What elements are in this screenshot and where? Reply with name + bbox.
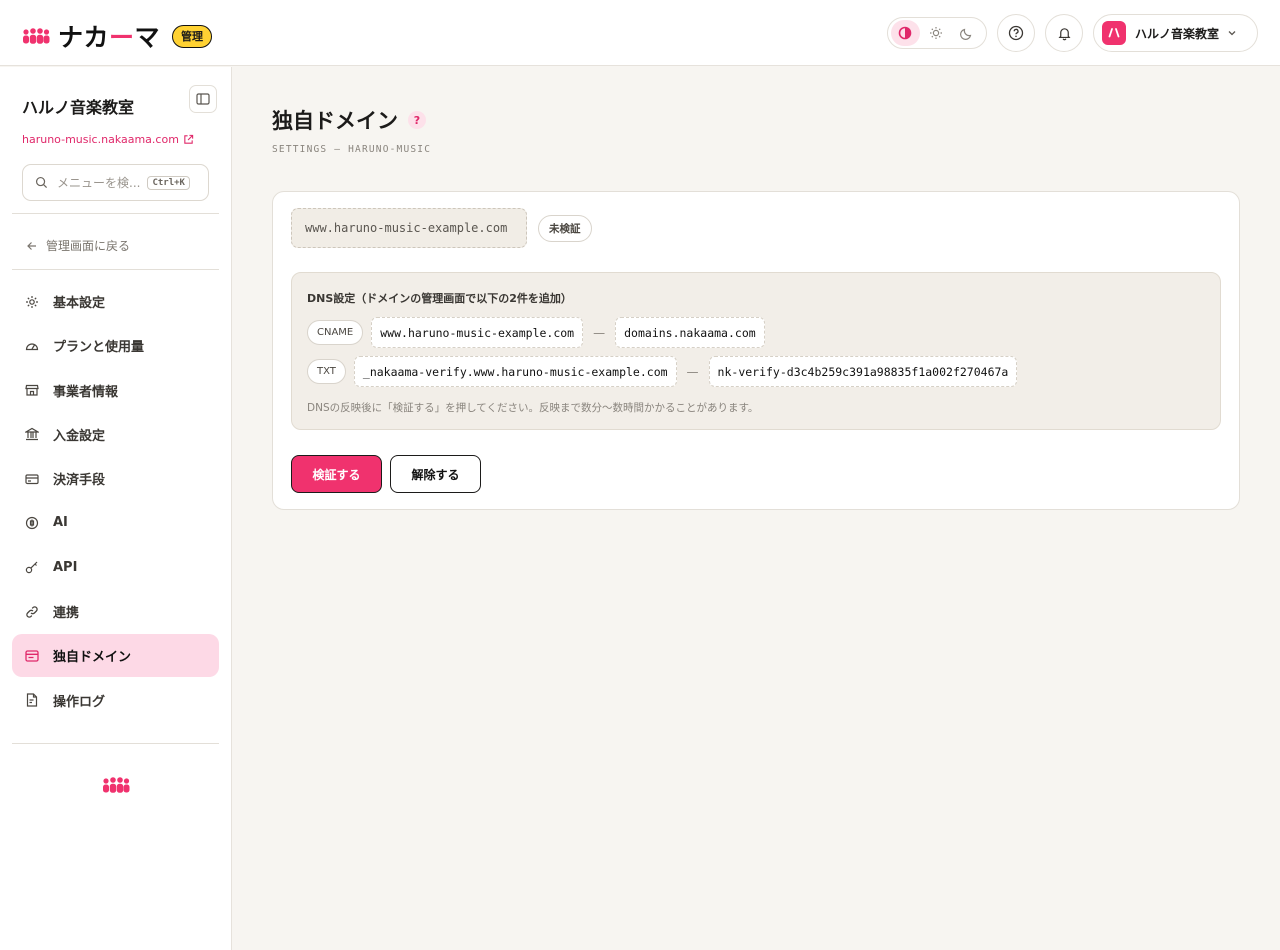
sidebar-item-plan-usage[interactable]: プランと使用量 <box>12 324 219 367</box>
help-button[interactable] <box>997 14 1035 52</box>
people-logo-icon <box>102 776 130 798</box>
record-type: TXT <box>307 359 346 384</box>
sidebar-item-payout-settings[interactable]: 入金設定 <box>12 413 219 456</box>
sidebar-item-business-info[interactable]: 事業者情報 <box>12 369 219 412</box>
sidebar-item-label: AI <box>53 515 68 531</box>
site-link[interactable]: haruno-music.nakaama.com <box>22 133 194 146</box>
contrast-icon <box>899 26 912 40</box>
account-name: ハルノ音楽教室 <box>1135 26 1220 41</box>
sidebar: ハルノ音楽教室 haruno-music.nakaama.com メニューを検.… <box>0 67 232 950</box>
account-avatar <box>1102 21 1126 45</box>
search-shortcut: Ctrl+K <box>147 175 190 190</box>
verify-button[interactable]: 検証する <box>291 455 382 493</box>
sidebar-item-label: 事業者情報 <box>53 384 119 400</box>
help-icon <box>1008 25 1024 41</box>
sun-icon <box>930 27 942 39</box>
sidebar-collapse-button[interactable] <box>189 85 217 113</box>
key-icon <box>25 560 39 574</box>
page-subtitle: SETTINGS — HARUNO-MUSIC <box>272 144 432 155</box>
ai-icon <box>25 516 39 530</box>
brand[interactable]: ナカーマ 管理 <box>22 18 213 54</box>
gear-icon <box>25 295 39 309</box>
dns-title: DNS設定（ドメインの管理画面で以下の2件を追加） <box>307 292 572 305</box>
log-file-icon <box>25 693 39 707</box>
sidebar-item-label: 基本設定 <box>53 296 106 311</box>
sidebar-item-custom-domain[interactable]: 独自ドメイン <box>12 634 219 678</box>
brand-name: ナカーマ <box>58 23 161 52</box>
remove-domain-button[interactable]: 解除する <box>390 455 481 493</box>
sidebar-item-label: 決済手段 <box>53 473 106 489</box>
site-link-label: haruno-music.nakaama.com <box>22 133 179 146</box>
custom-domain-card: www.haruno-music-example.com 未検証 DNS設定（ド… <box>272 191 1240 510</box>
bell-icon <box>1058 27 1070 40</box>
record-value[interactable]: nk-verify-d3c4b259c391a98835f1a002f27046… <box>708 356 1018 387</box>
page-title: 独自ドメイン ? <box>272 105 426 135</box>
notifications-button[interactable] <box>1045 14 1083 52</box>
account-menu[interactable]: ハルノ音楽教室 <box>1093 14 1258 52</box>
theme-dark-button[interactable] <box>952 20 981 46</box>
status-badge: 未検証 <box>538 215 592 242</box>
sidebar-divider <box>12 213 219 214</box>
sidebar-item-label: 連携 <box>53 606 80 622</box>
record-name[interactable]: www.haruno-music-example.com <box>371 317 584 348</box>
sidebar-item-integrations[interactable]: 連携 <box>12 590 219 633</box>
credit-card-icon <box>25 472 39 486</box>
sidebar-item-api[interactable]: API <box>12 546 219 589</box>
sidebar-item-activity-log[interactable]: 操作ログ <box>12 679 219 722</box>
bank-icon <box>25 427 39 441</box>
settings-nav: 基本設定 プランと使用量 事業者情報 入金設定 決済手段 AI API 連携 独… <box>12 280 219 723</box>
sidebar-item-label: プランと使用量 <box>53 340 145 356</box>
browser-icon <box>25 649 39 663</box>
org-name: ハルノ音楽教室 <box>22 98 135 117</box>
external-link-icon <box>184 134 194 144</box>
moon-icon <box>959 28 971 40</box>
store-icon <box>25 383 39 397</box>
sidebar-toggle-icon <box>196 93 210 105</box>
dns-record-row: TXT _nakaama-verify.www.haruno-music-exa… <box>307 356 1018 387</box>
sidebar-item-payment-methods[interactable]: 決済手段 <box>12 457 219 500</box>
record-value[interactable]: domains.nakaama.com <box>615 317 765 348</box>
top-header: ナカーマ 管理 ハルノ音楽教室 <box>0 0 1280 66</box>
chevron-down-icon <box>1226 27 1238 39</box>
theme-switch <box>887 17 987 49</box>
record-arrow: — <box>686 364 699 379</box>
sidebar-item-basic-settings[interactable]: 基本設定 <box>12 280 219 323</box>
record-name[interactable]: _nakaama-verify.www.haruno-music-example… <box>353 356 677 387</box>
sidebar-item-label: API <box>53 559 78 575</box>
sidebar-item-label: 操作ログ <box>53 694 106 710</box>
page-title-text: 独自ドメイン <box>272 109 398 133</box>
sidebar-item-ai[interactable]: AI <box>12 501 219 544</box>
people-logo-icon <box>22 23 50 49</box>
help-icon[interactable]: ? <box>408 111 426 129</box>
dns-note: DNSの反映後に「検証する」を押してください。反映まで数分〜数時間かかることがあ… <box>307 402 759 414</box>
sidebar-item-label: 独自ドメイン <box>53 650 132 666</box>
arrow-left-icon <box>27 241 36 250</box>
menu-search-input[interactable]: メニューを検... Ctrl+K <box>22 164 209 201</box>
theme-light-button[interactable] <box>922 20 951 46</box>
record-type: CNAME <box>307 320 364 345</box>
back-to-admin-link[interactable]: 管理画面に戻る <box>26 237 130 254</box>
record-arrow: — <box>593 325 606 340</box>
search-icon <box>35 176 48 189</box>
dns-settings-panel: DNS設定（ドメインの管理画面で以下の2件を追加） CNAME www.haru… <box>291 272 1221 430</box>
sidebar-item-label: 入金設定 <box>53 428 106 444</box>
gauge-icon <box>25 339 39 353</box>
theme-auto-button[interactable] <box>891 20 920 46</box>
back-label: 管理画面に戻る <box>46 239 131 253</box>
dns-record-row: CNAME www.haruno-music-example.com — dom… <box>307 317 765 348</box>
link-icon <box>25 605 39 619</box>
search-placeholder: メニューを検... <box>57 176 141 190</box>
sidebar-divider <box>12 743 219 744</box>
domain-field: www.haruno-music-example.com <box>291 208 527 248</box>
admin-badge: 管理 <box>172 24 213 48</box>
sidebar-divider <box>12 269 219 270</box>
